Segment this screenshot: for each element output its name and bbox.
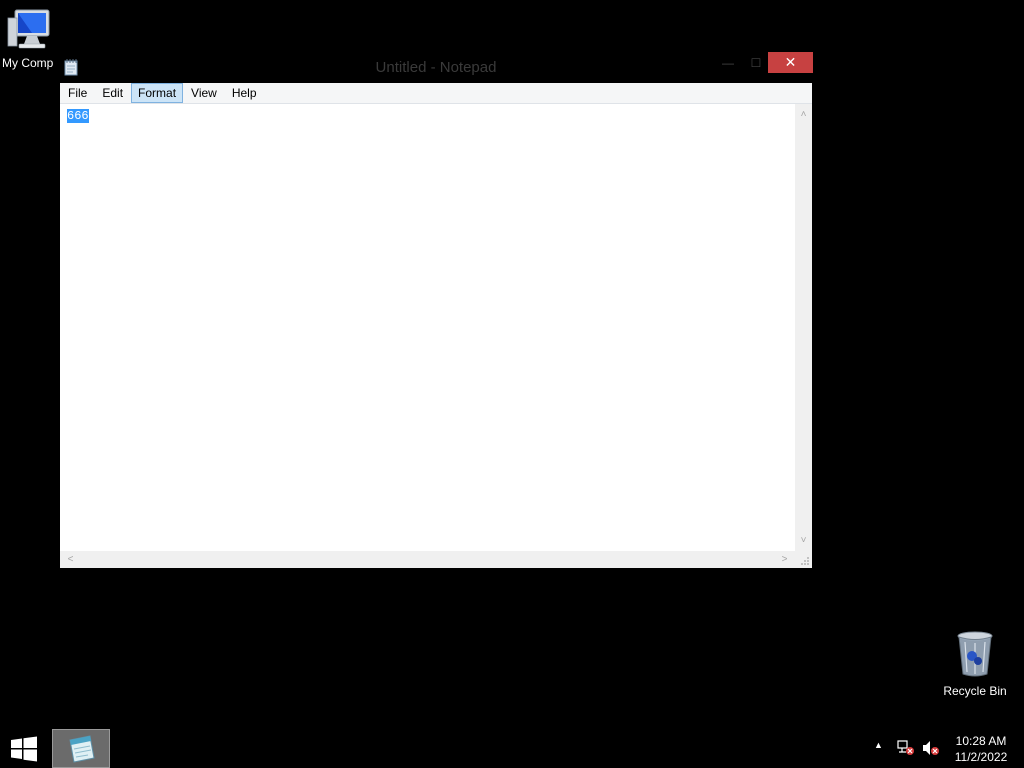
close-button[interactable]: ✕ <box>768 52 813 73</box>
selected-text: 666 <box>67 109 89 123</box>
desktop-icon-label: Recycle Bin <box>943 684 1007 698</box>
computer-icon <box>7 9 50 49</box>
close-icon: ✕ <box>784 54 797 70</box>
menu-bar: File Edit Format View Help <box>60 83 812 104</box>
menu-format[interactable]: Format <box>131 83 184 103</box>
minimize-button[interactable]: — <box>715 52 741 73</box>
resize-grip-icon <box>801 557 809 565</box>
desktop-icon-label: My Comp <box>2 56 54 70</box>
menu-help[interactable]: Help <box>225 83 264 103</box>
scroll-down-icon[interactable]: ˅ <box>795 532 812 549</box>
horizontal-scrollbar[interactable]: ˂ ˃ <box>60 551 795 568</box>
scroll-left-icon[interactable]: ˂ <box>62 551 79 568</box>
clock-date: 11/2/2022 <box>954 750 1008 764</box>
menu-edit[interactable]: Edit <box>95 83 130 103</box>
title-bar[interactable]: Untitled - Notepad — ☐ ✕ <box>59 52 813 83</box>
network-error-icon[interactable] <box>897 740 915 756</box>
volume-muted-icon[interactable] <box>922 740 940 756</box>
desktop: My Comp Recycle Bin Untitled - Notepad — <box>0 0 1024 728</box>
text-editor[interactable]: 666 <box>60 104 795 551</box>
menu-view[interactable]: View <box>184 83 224 103</box>
menu-file[interactable]: File <box>61 83 94 103</box>
start-button[interactable] <box>10 736 40 762</box>
recycle-bin-icon <box>957 631 993 677</box>
desktop-icon-my-computer[interactable]: My Comp <box>0 8 62 70</box>
taskbar: ▲ 10:28 AM 11/2/2022 <box>0 728 1024 768</box>
minimize-icon: — <box>722 55 734 70</box>
maximize-icon: ☐ <box>750 55 762 70</box>
notepad-icon <box>69 734 95 763</box>
clock-time: 10:28 AM <box>955 734 1007 748</box>
system-clock[interactable]: 10:28 AM 11/2/2022 <box>948 733 1014 765</box>
vertical-scrollbar[interactable]: ˄ ˅ <box>795 104 812 551</box>
scroll-right-icon[interactable]: ˃ <box>776 551 793 568</box>
window-title: Untitled - Notepad <box>375 59 497 76</box>
show-hidden-icons-button[interactable]: ▲ <box>874 740 883 750</box>
notepad-window: Untitled - Notepad — ☐ ✕ File Edit Forma… <box>59 52 813 570</box>
windows-logo-icon <box>11 736 37 762</box>
resize-grip[interactable] <box>795 551 812 568</box>
maximize-button[interactable]: ☐ <box>743 52 769 73</box>
desktop-icon-recycle-bin[interactable]: Recycle Bin <box>940 630 1010 698</box>
scroll-up-icon[interactable]: ˄ <box>795 106 812 123</box>
taskbar-notepad-button[interactable] <box>52 729 110 768</box>
